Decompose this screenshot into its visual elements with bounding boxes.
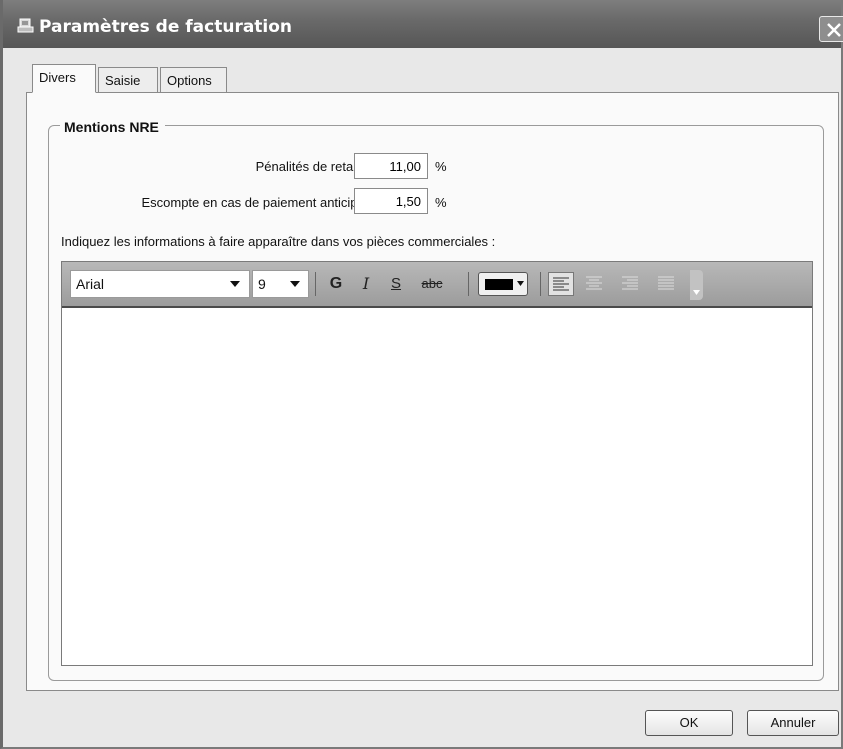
tab-label: Saisie: [105, 73, 141, 88]
text-color-button[interactable]: [478, 272, 528, 296]
cancel-button[interactable]: Annuler: [747, 710, 839, 736]
toolbar-overflow-button[interactable]: [690, 270, 703, 300]
app-icon: [17, 18, 35, 34]
escompte-unit: %: [435, 195, 447, 210]
info-label: Indiquez les informations à faire appara…: [61, 234, 496, 249]
dialog-window: Paramètres de facturation Divers Saisie …: [0, 0, 843, 749]
escompte-label: Escompte en cas de paiement anticipé :: [141, 195, 372, 210]
underline-button[interactable]: S: [384, 272, 408, 296]
align-justify-icon: [658, 276, 674, 290]
tab-panel-divers: Mentions NRE Pénalités de retard : % Esc…: [26, 92, 839, 691]
tab-saisie[interactable]: Saisie: [98, 67, 158, 93]
tab-label: Options: [167, 73, 212, 88]
align-right-icon: [622, 276, 638, 290]
ok-button[interactable]: OK: [645, 710, 733, 736]
close-icon: [827, 23, 841, 37]
font-family-value: Arial: [76, 276, 105, 292]
editor-toolbar: Arial 9 G I S abc: [62, 262, 812, 308]
align-right-button[interactable]: [618, 272, 644, 296]
font-size-select[interactable]: 9: [252, 270, 309, 298]
chevron-down-icon: [517, 281, 524, 286]
chevron-down-icon: [290, 281, 300, 287]
align-left-button[interactable]: [548, 272, 574, 296]
editor-text-area[interactable]: [62, 310, 812, 665]
tab-label: Divers: [39, 70, 76, 85]
tab-divers[interactable]: Divers: [32, 64, 96, 93]
title-bar[interactable]: Paramètres de facturation: [3, 0, 843, 48]
font-family-select[interactable]: Arial: [70, 270, 250, 298]
italic-button[interactable]: I: [354, 272, 378, 296]
align-left-icon: [553, 277, 569, 291]
toolbar-separator: [315, 272, 316, 296]
rich-text-editor: Arial 9 G I S abc: [61, 261, 813, 666]
strikethrough-button[interactable]: abc: [416, 272, 448, 296]
group-title: Mentions NRE: [60, 119, 165, 135]
penalites-input[interactable]: [354, 153, 428, 179]
close-button[interactable]: [819, 16, 843, 42]
bold-button[interactable]: G: [324, 272, 348, 296]
align-center-button[interactable]: [582, 272, 608, 296]
color-swatch: [485, 279, 513, 290]
toolbar-separator: [468, 272, 469, 296]
window-title: Paramètres de facturation: [39, 17, 293, 37]
chevron-down-icon: [230, 281, 240, 287]
toolbar-separator: [540, 272, 541, 296]
align-center-icon: [586, 276, 602, 290]
penalites-unit: %: [435, 159, 447, 174]
escompte-input[interactable]: [354, 188, 428, 214]
chevron-down-icon: [693, 290, 700, 295]
tab-options[interactable]: Options: [160, 67, 227, 93]
align-justify-button[interactable]: [654, 272, 680, 296]
font-size-value: 9: [258, 276, 266, 292]
